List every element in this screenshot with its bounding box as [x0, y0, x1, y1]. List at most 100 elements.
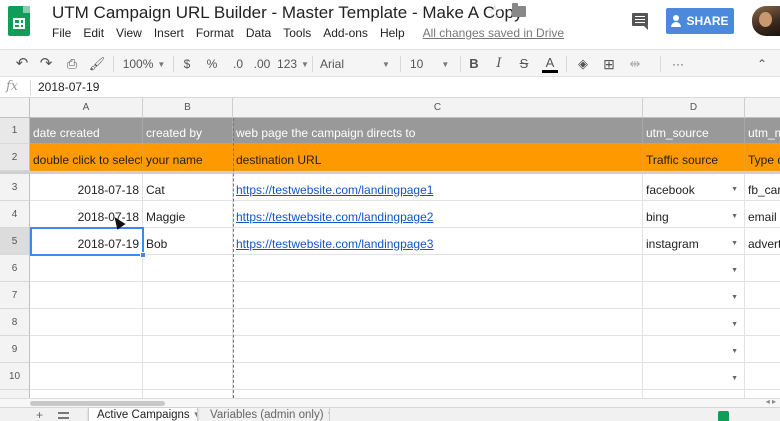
save-status-link[interactable]: All changes saved in Drive [423, 26, 564, 42]
dropdown-arrow-icon[interactable]: ▼ [731, 186, 738, 193]
avatar[interactable] [752, 6, 780, 36]
tab-variables[interactable]: Variables (admin only)▼ [202, 408, 330, 421]
row-header[interactable]: 6 [0, 255, 30, 282]
table-cell[interactable] [143, 390, 233, 398]
table-cell-dropdown[interactable]: facebook ▼ [643, 174, 745, 201]
scroll-arrows-icon[interactable]: ◂ ▸ [766, 397, 776, 406]
all-sheets-icon[interactable] [58, 412, 69, 419]
table-cell[interactable] [143, 336, 233, 363]
table-cell-dropdown[interactable]: ▼ [643, 336, 745, 363]
column-header-e[interactable] [745, 98, 780, 118]
table-cell[interactable] [30, 255, 143, 282]
font-select[interactable]: Arial ▼ [320, 55, 392, 73]
italic-button[interactable]: I [492, 55, 506, 73]
table-cell-link[interactable]: https://testwebsite.com/landingpage1 [233, 174, 643, 201]
folder-icon[interactable] [512, 3, 526, 17]
table-cell[interactable]: 2018-07-18 [30, 201, 143, 228]
table-cell-dropdown[interactable]: ▼ [643, 309, 745, 336]
row-header[interactable]: 2 [0, 144, 30, 171]
borders-icon[interactable]: ⊞ [600, 55, 618, 73]
table-cell[interactable] [30, 336, 143, 363]
star-icon[interactable]: ☆ [487, 2, 502, 22]
row-header[interactable]: 7 [0, 282, 30, 309]
table-cell[interactable] [233, 282, 643, 309]
dropdown-arrow-icon[interactable]: ▼ [731, 240, 738, 247]
table-cell[interactable]: web page the campaign directs to [233, 118, 643, 144]
redo-icon[interactable]: ↷ [36, 55, 56, 73]
add-sheet-icon[interactable]: + [36, 409, 43, 421]
row-header[interactable] [0, 390, 30, 398]
share-button[interactable]: SHARE [666, 8, 734, 34]
column-header-b[interactable]: B [143, 98, 233, 118]
merge-cells-icon[interactable]: ⇹ [626, 55, 644, 73]
tab-active-campaigns[interactable]: Active Campaigns▼ [88, 408, 198, 421]
table-cell[interactable]: Maggie [143, 201, 233, 228]
table-cell[interactable] [30, 309, 143, 336]
table-cell[interactable]: date created [30, 118, 143, 144]
column-header-a[interactable]: A [30, 98, 143, 118]
table-cell[interactable]: utm_source [643, 118, 745, 144]
menu-format[interactable]: Format [196, 26, 234, 42]
more-formats-select[interactable]: 123 ▼ [277, 55, 309, 73]
select-all-corner[interactable] [0, 98, 30, 118]
table-cell[interactable] [745, 282, 780, 309]
menu-data[interactable]: Data [246, 26, 271, 42]
print-icon[interactable]: ⎙ [62, 55, 82, 73]
table-cell-dropdown[interactable]: bing ▼ [643, 201, 745, 228]
table-cell[interactable] [30, 363, 143, 390]
dropdown-arrow-icon[interactable]: ▼ [731, 375, 738, 382]
zoom-select[interactable]: 100% ▼ [120, 55, 168, 73]
undo-icon[interactable]: ↶ [12, 55, 32, 73]
paint-format-icon[interactable]: 🖌 [87, 55, 107, 73]
menu-addons[interactable]: Add-ons [323, 26, 368, 42]
table-cell-dropdown[interactable]: ▼ [643, 282, 745, 309]
table-cell[interactable] [233, 309, 643, 336]
fill-color-icon[interactable]: ◈ [574, 55, 592, 73]
more-tools-button[interactable]: ··· [668, 55, 688, 73]
decrease-decimal-button[interactable]: .0 [228, 55, 248, 73]
menu-insert[interactable]: Insert [154, 26, 184, 42]
row-header[interactable]: 4 [0, 201, 30, 228]
row-header[interactable]: 3 [0, 174, 30, 201]
text-color-button[interactable]: A [542, 55, 558, 73]
row-header[interactable]: 1 [0, 118, 30, 144]
table-cell[interactable]: email [745, 201, 780, 228]
row-header[interactable]: 8 [0, 309, 30, 336]
column-header-d[interactable]: D [643, 98, 745, 118]
frozen-columns-divider[interactable] [233, 118, 234, 398]
explore-icon[interactable] [718, 411, 729, 421]
dropdown-arrow-icon[interactable]: ▼ [731, 348, 738, 355]
menu-tools[interactable]: Tools [283, 26, 311, 42]
table-cell[interactable] [233, 390, 643, 398]
sheets-logo-icon[interactable] [8, 6, 30, 36]
formula-input[interactable]: 2018-07-19 [38, 80, 99, 94]
table-cell[interactable]: Traffic source [643, 144, 745, 171]
table-cell-link[interactable]: https://testwebsite.com/landingpage3 [233, 228, 643, 255]
table-cell[interactable] [143, 282, 233, 309]
dropdown-arrow-icon[interactable]: ▼ [731, 294, 738, 301]
scrollbar-thumb[interactable] [30, 401, 165, 406]
table-cell[interactable] [30, 282, 143, 309]
table-cell[interactable]: Type o [745, 144, 780, 171]
menu-edit[interactable]: Edit [83, 26, 104, 42]
table-cell[interactable]: double click to select [30, 144, 143, 171]
row-header[interactable]: 9 [0, 336, 30, 363]
menu-help[interactable]: Help [380, 26, 405, 42]
table-cell-dropdown[interactable]: ▼ [643, 255, 745, 282]
table-cell[interactable]: adverto [745, 228, 780, 255]
row-header[interactable]: 5 [0, 228, 30, 255]
table-cell-link[interactable]: https://testwebsite.com/landingpage2 [233, 201, 643, 228]
table-cell[interactable]: 2018-07-19 [30, 228, 143, 255]
dropdown-arrow-icon[interactable]: ▼ [731, 267, 738, 274]
collapse-toolbar-icon[interactable]: ⌃ [752, 55, 772, 73]
table-cell[interactable] [643, 390, 745, 398]
table-cell[interactable]: Bob [143, 228, 233, 255]
percent-format-button[interactable]: % [204, 55, 220, 73]
table-cell[interactable]: 2018-07-18 [30, 174, 143, 201]
dropdown-arrow-icon[interactable]: ▼ [731, 321, 738, 328]
table-cell[interactable]: fb_card [745, 174, 780, 201]
bold-button[interactable]: B [467, 55, 481, 73]
fill-handle[interactable] [140, 252, 146, 258]
table-cell[interactable] [745, 255, 780, 282]
menu-view[interactable]: View [116, 26, 142, 42]
